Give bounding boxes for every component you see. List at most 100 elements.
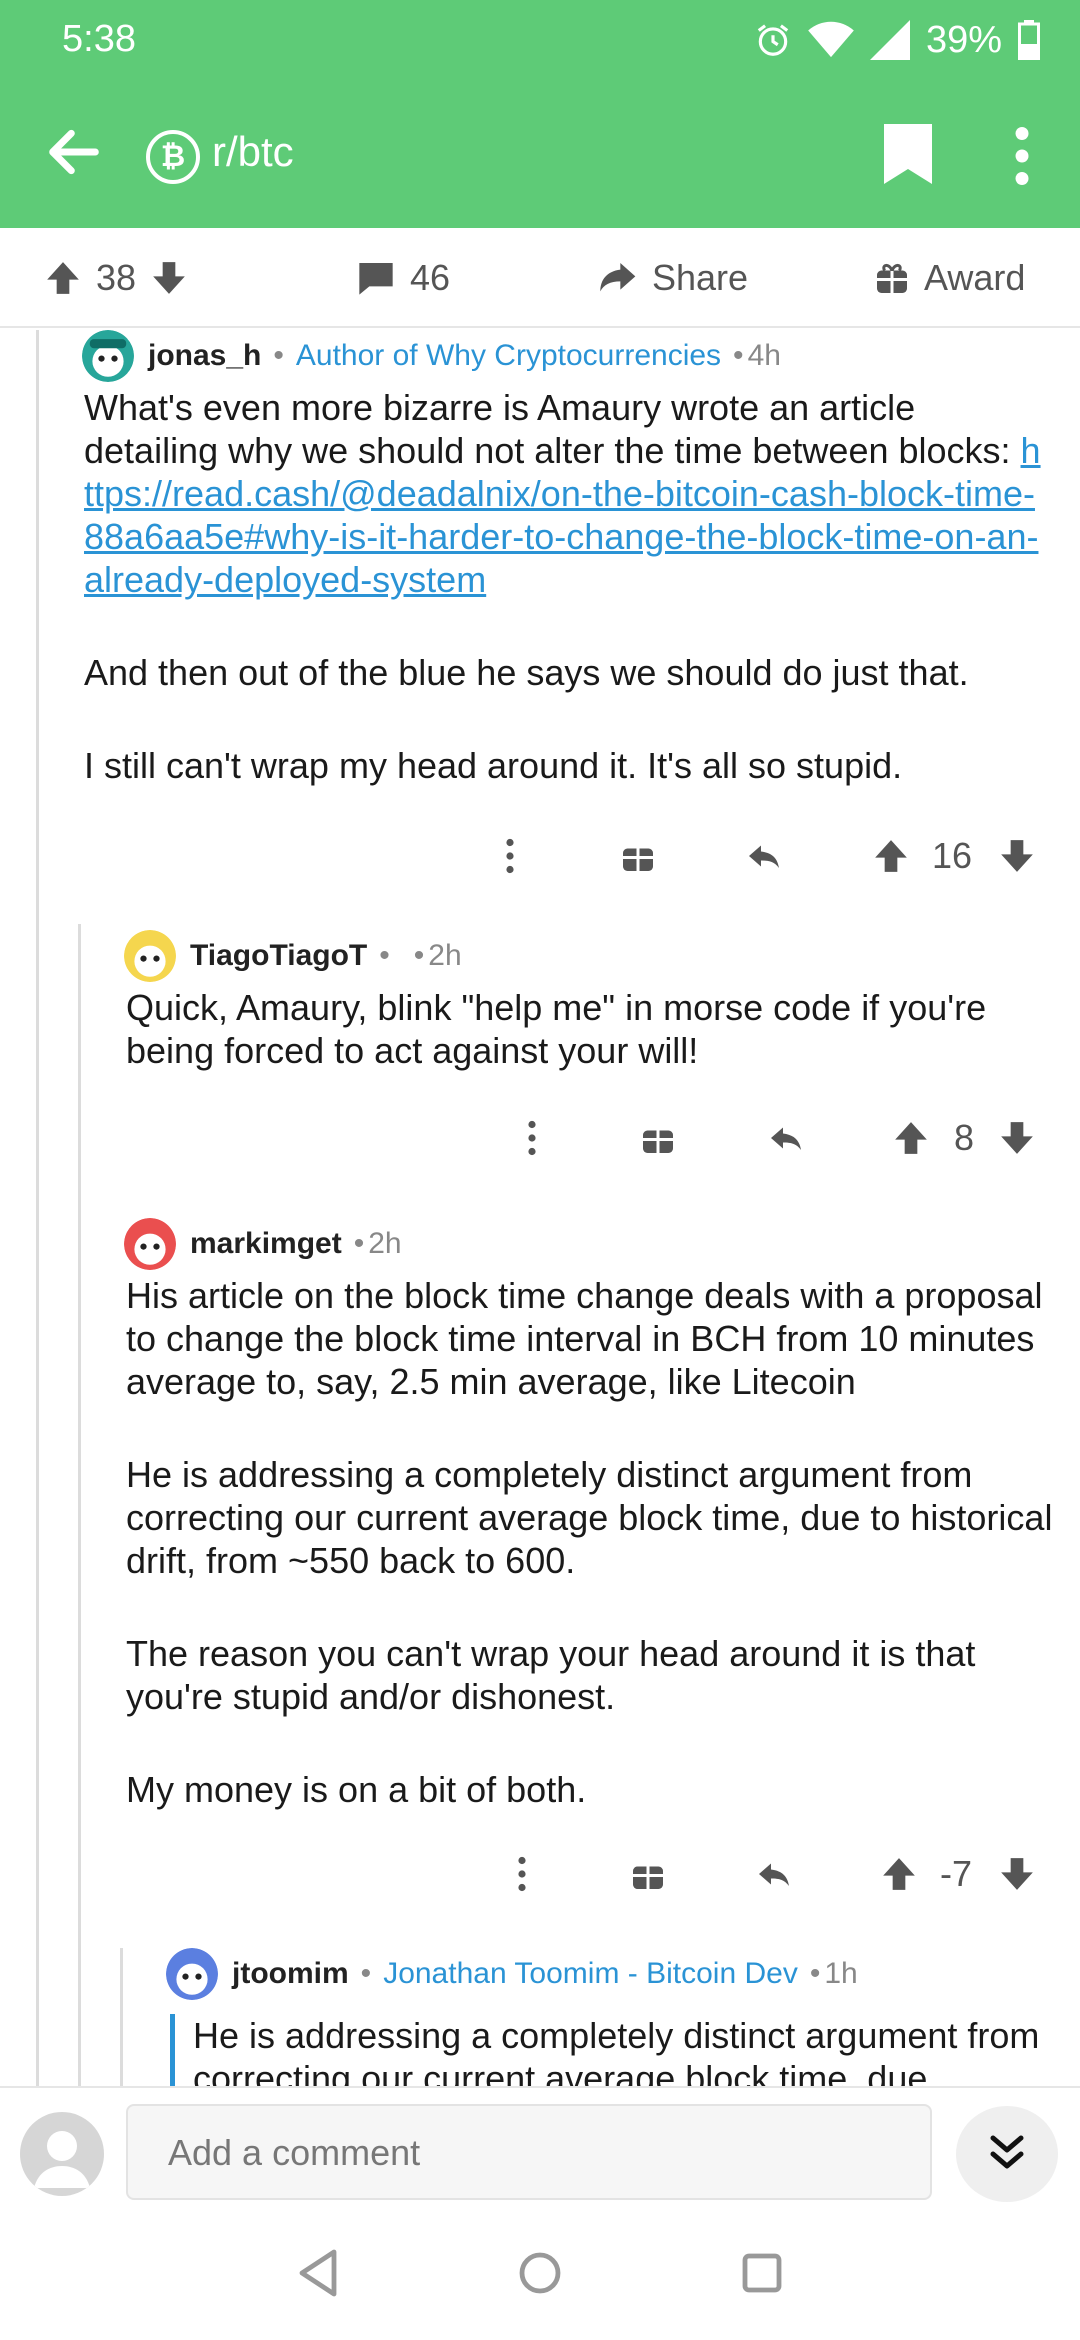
more-options-icon[interactable] — [1012, 126, 1032, 186]
comment-meta: markimget • 2h — [124, 1218, 402, 1270]
comments-button[interactable]: 46 — [356, 228, 450, 328]
comment-thread: jonas_h • Author of Why Cryptocurrencies… — [0, 330, 1080, 2086]
post-score: 38 — [96, 257, 137, 298]
comment-age: 2h — [428, 939, 462, 972]
back-arrow-icon[interactable] — [42, 120, 106, 184]
comment-meta: jtoomim • Jonathan Toomim - Bitcoin Dev … — [166, 1948, 858, 2000]
user-flair: Author of Why Cryptocurrencies — [295, 339, 722, 372]
user-avatar[interactable] — [20, 2112, 104, 2196]
upvote-icon[interactable] — [880, 1844, 918, 1904]
meta-separator: • — [273, 339, 284, 372]
reply-icon[interactable] — [744, 826, 784, 886]
comment-bar: Add a comment — [0, 2086, 1080, 2218]
reply-icon[interactable] — [754, 1844, 794, 1904]
upvote-icon[interactable] — [892, 1108, 930, 1168]
add-comment-input[interactable]: Add a comment — [126, 2104, 932, 2200]
user-flair: Jonathan Toomim - Bitcoin Dev — [383, 1957, 798, 1990]
comment-score: -7 — [940, 1853, 973, 1894]
comment-actions: -7 — [0, 1844, 1080, 1904]
comment-meta: jonas_h • Author of Why Cryptocurrencies… — [82, 330, 781, 382]
gift-icon[interactable] — [630, 1844, 666, 1904]
status-time: 5:38 — [62, 18, 136, 60]
award-label: Award — [924, 257, 1026, 298]
comment-text: What's even more bizarre is Amaury wrote… — [84, 387, 1021, 471]
comment-text: My money is on a bit of both. — [126, 1769, 587, 1810]
username[interactable]: jonas_h — [148, 339, 261, 373]
meta-separator: • — [413, 939, 425, 972]
comment-tiagotiagot: TiagoTiagoT • • 2h Quick, Amaury, blink … — [0, 930, 1080, 1210]
comment-jtoomim: jtoomim • Jonathan Toomim - Bitcoin Dev … — [0, 1948, 1080, 2086]
share-icon — [600, 263, 636, 292]
comment-actions: 16 — [0, 826, 1080, 886]
subreddit-name[interactable]: r/btc — [212, 128, 294, 176]
nav-recents-icon[interactable] — [740, 2248, 784, 2298]
comment-markimget: markimget • 2h His article on the block … — [0, 1218, 1080, 1918]
comment-actions: 8 — [0, 1108, 1080, 1168]
alarm-icon — [757, 24, 789, 56]
meta-separator: • — [809, 1957, 821, 1990]
comment-age: 2h — [368, 1227, 402, 1260]
nav-back-icon[interactable] — [296, 2248, 340, 2298]
comment-icon — [359, 263, 393, 295]
award-button[interactable]: Award — [874, 228, 1025, 328]
comment-more-icon[interactable] — [526, 1108, 538, 1168]
profile-icon — [34, 2131, 90, 2188]
gift-icon[interactable] — [620, 826, 656, 886]
comment-text: His article on the block time change dea… — [126, 1275, 1043, 1402]
app-bar: ₿ r/btc — [0, 80, 1080, 228]
meta-separator: • — [353, 1227, 365, 1260]
upvote-icon[interactable] — [44, 259, 82, 297]
meta-separator: • — [733, 339, 744, 372]
username[interactable]: jtoomim — [232, 1957, 349, 1991]
post-action-bar: 38 46 Share Award — [0, 228, 1080, 328]
avatar[interactable] — [166, 1948, 218, 2000]
nav-home-icon[interactable] — [518, 2248, 562, 2298]
subreddit-icon[interactable]: ₿ — [146, 130, 200, 184]
post-vote-group: 38 — [44, 228, 188, 328]
meta-separator: • — [360, 1957, 372, 1990]
downvote-icon[interactable] — [150, 259, 188, 297]
username[interactable]: markimget — [190, 1227, 342, 1261]
comment-text: And then out of the blue he says we shou… — [84, 652, 969, 693]
comment-count: 46 — [410, 257, 451, 298]
status-bar: 5:38 39% — [0, 0, 1080, 80]
comment-text: I still can't wrap my head around it. It… — [84, 745, 903, 786]
comment-text: Quick, Amaury, blink "help me" in morse … — [126, 987, 987, 1071]
comment-age: 4h — [747, 339, 781, 372]
collapse-comments-button[interactable] — [956, 2106, 1058, 2202]
upvote-icon[interactable] — [872, 826, 910, 886]
gift-icon — [877, 263, 907, 293]
share-button[interactable]: Share — [596, 228, 748, 328]
double-chevron-down-icon — [990, 2135, 1024, 2169]
reply-icon[interactable] — [766, 1108, 806, 1168]
comment-body: His article on the block time change dea… — [126, 1274, 1070, 1861]
avatar[interactable] — [124, 1218, 176, 1270]
downvote-icon[interactable] — [998, 1844, 1036, 1904]
comment-body: What's even more bizarre is Amaury wrote… — [84, 386, 1050, 837]
username[interactable]: TiagoTiagoT — [190, 939, 367, 973]
signal-icon — [869, 20, 910, 60]
system-nav-bar — [0, 2218, 1080, 2340]
wifi-icon — [808, 21, 854, 58]
comment-text: The reason you can't wrap your head arou… — [126, 1633, 976, 1717]
downvote-icon[interactable] — [998, 826, 1036, 886]
comment-more-icon[interactable] — [516, 1844, 528, 1904]
comment-score: 8 — [954, 1117, 975, 1158]
quote-block: He is addressing a completely distinct a… — [170, 2014, 1050, 2086]
gift-icon[interactable] — [640, 1108, 676, 1168]
comment-body: Quick, Amaury, blink "help me" in morse … — [126, 986, 1050, 1122]
avatar[interactable] — [124, 930, 176, 982]
comment-jonas-h: jonas_h • Author of Why Cryptocurrencies… — [0, 330, 1080, 890]
comment-meta: TiagoTiagoT • • 2h — [124, 930, 462, 982]
comment-text: He is addressing a completely distinct a… — [126, 1454, 1053, 1581]
bookmark-icon[interactable] — [884, 124, 932, 184]
battery-icon — [1018, 20, 1040, 60]
downvote-icon[interactable] — [998, 1108, 1036, 1168]
comment-age: 1h — [824, 1957, 858, 1990]
meta-separator: • — [379, 939, 390, 972]
avatar[interactable] — [82, 330, 134, 382]
comment-score: 16 — [932, 835, 973, 876]
battery-percent: 39% — [925, 18, 1002, 61]
comment-more-icon[interactable] — [504, 826, 516, 886]
share-label: Share — [652, 257, 749, 298]
